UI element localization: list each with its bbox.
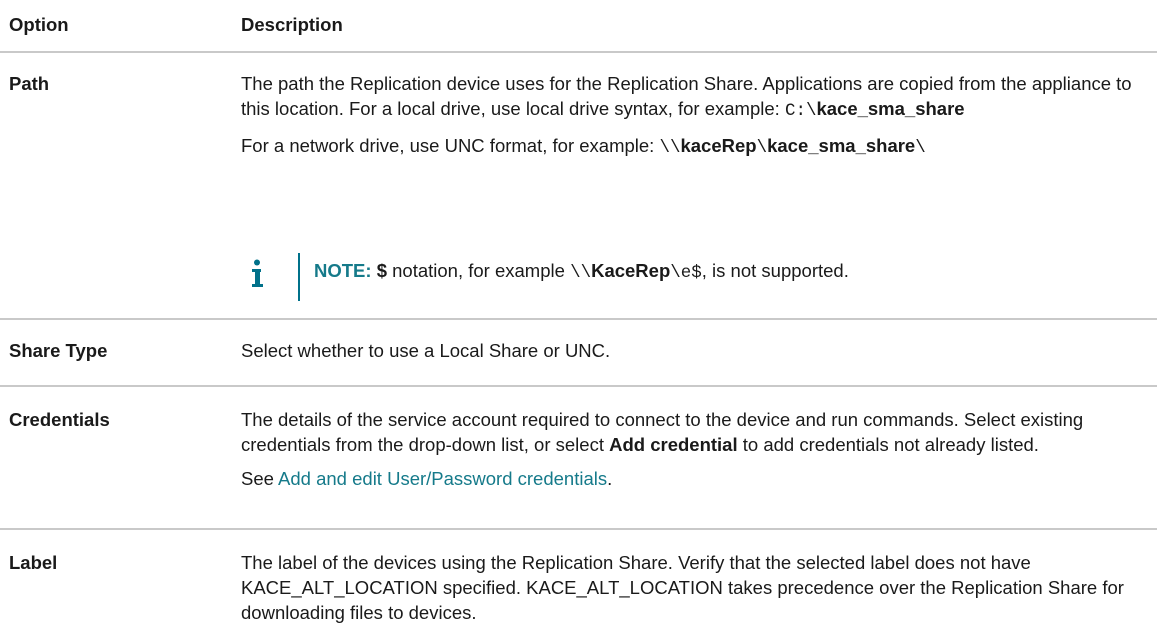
table-header: Option Description (0, 14, 1157, 48)
row-divider (0, 318, 1157, 320)
path-paragraph-2: For a network drive, use UNC format, for… (241, 135, 926, 158)
header-description: Description (241, 14, 343, 35)
options-table: Option Description Path The path the Rep… (0, 0, 1157, 628)
credentials-paragraph-2: See Add and edit User/Password credentia… (241, 468, 613, 489)
header-divider (0, 51, 1157, 53)
option-path: Path (9, 73, 50, 94)
credentials-paragraph-1: The details of the service account requi… (241, 409, 1084, 455)
share-type-text: Select whether to use a Local Share or U… (241, 340, 611, 361)
description-path: The path the Replication device uses for… (241, 71, 1146, 161)
description-credentials: The details of the service account requi… (241, 407, 1146, 491)
note-bar (298, 253, 300, 301)
path-paragraph-1: The path the Replication device uses for… (241, 73, 1132, 121)
note-text: NOTE: $ notation, for example \\KaceRep\… (314, 260, 849, 283)
add-credentials-link[interactable]: Add and edit User/Password credentials (278, 468, 607, 489)
info-icon (252, 259, 263, 287)
row-divider (0, 385, 1157, 387)
option-credentials: Credentials (9, 409, 110, 430)
row-divider (0, 528, 1157, 530)
option-label: Label (9, 552, 58, 573)
note-callout: NOTE: $ notation, for example \\KaceRep\… (241, 253, 1121, 301)
label-text: The label of the devices using the Repli… (241, 552, 1124, 623)
option-share-type: Share Type (9, 340, 108, 361)
header-option: Option (9, 14, 69, 35)
description-share-type: Select whether to use a Local Share or U… (241, 338, 1146, 363)
description-label: The label of the devices using the Repli… (241, 550, 1146, 625)
